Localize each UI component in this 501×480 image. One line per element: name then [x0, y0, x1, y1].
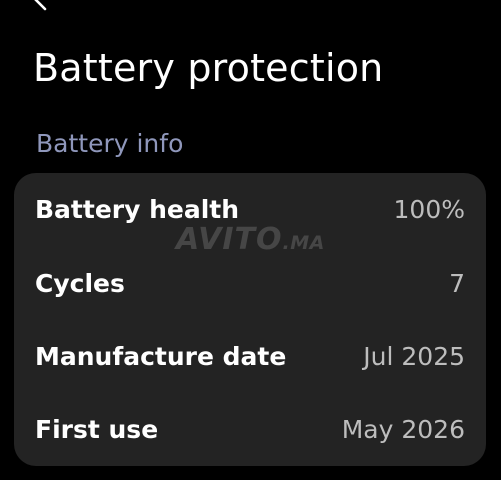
row-label: Cycles [35, 269, 125, 298]
row-value: 100% [393, 195, 465, 224]
row-label: Battery health [35, 195, 240, 224]
manufacture-date-row[interactable]: Manufacture date Jul 2025 [14, 320, 486, 393]
row-label: Manufacture date [35, 342, 287, 371]
cycles-row[interactable]: Cycles 7 [14, 247, 486, 320]
row-value: May 2026 [341, 415, 465, 444]
battery-info-card: Battery health 100% Cycles 7 Manufacture… [14, 173, 486, 466]
row-label: First use [35, 415, 159, 444]
row-value: Jul 2025 [363, 342, 465, 371]
page-title: Battery protection [33, 46, 384, 90]
row-value: 7 [449, 269, 465, 298]
section-label: Battery info [36, 129, 184, 158]
first-use-row[interactable]: First use May 2026 [14, 393, 486, 466]
back-button[interactable] [30, 0, 70, 14]
battery-health-row[interactable]: Battery health 100% [14, 173, 486, 246]
arrow-left-icon [30, 0, 64, 16]
